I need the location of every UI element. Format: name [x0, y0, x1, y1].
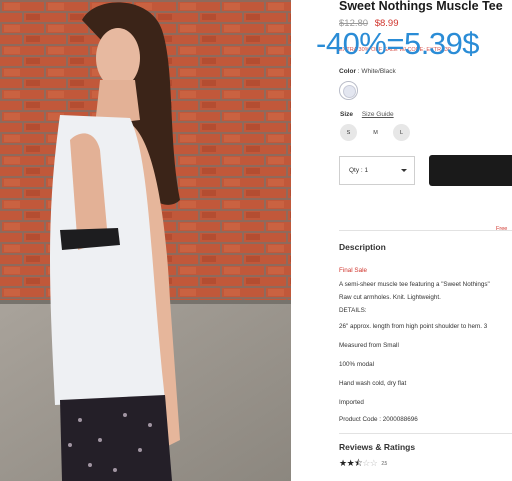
- reviews-heading[interactable]: Reviews & Ratings: [339, 442, 415, 452]
- description-heading: Description: [339, 242, 386, 252]
- size-button-l[interactable]: L: [393, 124, 410, 141]
- rating-score: 2.5: [381, 460, 387, 467]
- size-row: Size Size Guide: [340, 111, 394, 118]
- color-value: White/Black: [361, 68, 396, 75]
- color-swatch-white-black[interactable]: [339, 81, 358, 100]
- product-photo-illustration: [0, 0, 291, 481]
- star-full-icon: ★: [339, 458, 347, 468]
- description-line: A semi-sheer muscle tee featuring a "Swe…: [339, 281, 490, 288]
- quantity-value: Qty : 1: [349, 167, 369, 174]
- size-label: Size: [340, 111, 354, 118]
- star-half-icon: ⯪: [354, 458, 363, 468]
- description-line: Imported: [339, 399, 364, 406]
- color-row: Color : White/Black: [339, 68, 396, 75]
- description-line: Raw cut armholes. Knit. Lightweight.: [339, 294, 441, 301]
- description-line: Final Sale: [339, 267, 368, 274]
- product-title: Sweet Nothings Muscle Tee: [339, 0, 503, 13]
- divider: [339, 230, 512, 231]
- description-line: Measured from Small: [339, 342, 399, 349]
- star-empty-icon: ☆: [362, 458, 370, 468]
- description-line: Product Code : 2000088696: [339, 416, 418, 423]
- description-line: Hand wash cold, dry flat: [339, 380, 407, 387]
- size-guide-link[interactable]: Size Guide: [362, 111, 394, 118]
- discount-overlay-text: -40%=5.39$: [316, 26, 480, 61]
- size-button-m[interactable]: M: [367, 124, 384, 141]
- product-image[interactable]: [0, 0, 291, 481]
- quantity-select[interactable]: Qty : 1: [339, 156, 415, 185]
- rating-stars[interactable]: ★★⯪☆☆ 2.5: [339, 458, 387, 468]
- chevron-down-icon: [401, 169, 407, 172]
- color-label: Color: [339, 68, 356, 75]
- description-line: DETAILS:: [339, 307, 367, 314]
- star-empty-icon: ☆: [369, 458, 378, 468]
- description-line: 100% modal: [339, 361, 375, 368]
- divider: [339, 433, 512, 434]
- size-button-s[interactable]: S: [340, 124, 357, 141]
- description-line: 26" approx. length from high point shoul…: [339, 323, 488, 330]
- add-to-bag-button[interactable]: [429, 155, 512, 186]
- free-shipping-text: Free: [496, 226, 508, 232]
